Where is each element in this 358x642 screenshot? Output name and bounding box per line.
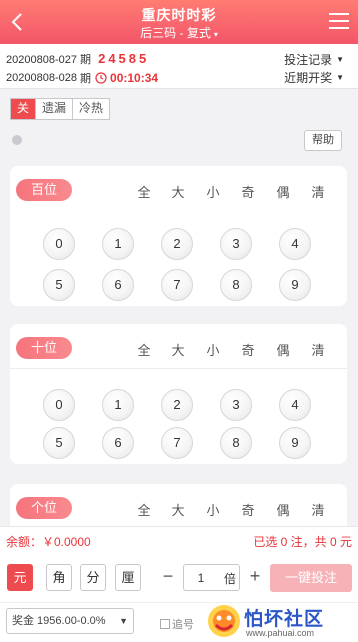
unit-fen[interactable]: 分 [80,564,106,591]
quick-clear[interactable]: 清 [308,182,328,201]
ball-7[interactable]: 7 [161,269,193,301]
ball-6[interactable]: 6 [102,269,134,301]
quick-all[interactable]: 全 [134,500,154,519]
clock-icon [95,72,107,84]
caret-down-icon: ▼ [119,616,128,626]
position-label: 个位 [16,497,72,519]
help-button[interactable]: 帮助 [304,130,342,151]
quick-clear[interactable]: 清 [308,340,328,359]
play-type-selector[interactable]: 后三码 - 复式 ▾ [0,24,358,41]
prize-select[interactable]: 奖金 1956.00-0.0% ▼ [6,608,134,634]
last-issue: 20200808-027 [6,54,77,66]
ball-3[interactable]: 3 [220,228,252,260]
ball-7[interactable]: 7 [161,427,193,459]
quick-odd[interactable]: 奇 [238,500,258,519]
position-card-units: 个位 全 大 小 奇 偶 清 [10,484,347,526]
quick-small[interactable]: 小 [203,500,223,519]
position-label: 十位 [16,337,72,359]
app-header: 重庆时时彩 后三码 - 复式 ▾ [0,0,358,44]
draw-info-panel: 20200808-027 期 24585 20200808-028 期 00:1… [0,44,358,89]
watermark-url: www.pahuai.com [246,628,315,638]
decrease-multiplier-button[interactable]: − [158,564,178,590]
bet-record-button[interactable]: 投注记录 ▼ [284,51,344,68]
unit-yuan[interactable]: 元 [7,564,33,591]
watermark: 怕坏社区 www.pahuai.com [206,603,356,641]
quick-clear[interactable]: 清 [308,500,328,519]
quick-small[interactable]: 小 [203,340,223,359]
issue-suffix: 期 [80,73,92,85]
bet-record-label: 投注记录 [284,53,333,67]
issue-suffix: 期 [80,54,92,66]
ball-4[interactable]: 4 [279,389,311,421]
quick-even[interactable]: 偶 [273,340,293,359]
countdown-timer: 00:10:34 [110,71,159,85]
quick-big[interactable]: 大 [168,500,188,519]
chase-toggle[interactable]: 追号 [160,616,194,632]
play-type-label: 后三码 - 复式 [140,26,211,40]
prize-select-value: 奖金 1956.00-0.0% [12,615,106,627]
increase-multiplier-button[interactable]: + [245,564,265,590]
ball-8[interactable]: 8 [220,427,252,459]
recent-draws-button[interactable]: 近期开奖 ▼ [284,69,344,86]
quick-even[interactable]: 偶 [273,500,293,519]
quick-odd[interactable]: 奇 [238,182,258,201]
multiplier-input[interactable] [185,564,217,591]
ball-2[interactable]: 2 [161,228,193,260]
ball-5[interactable]: 5 [43,269,75,301]
ball-6[interactable]: 6 [102,427,134,459]
recent-draws-label: 近期开奖 [284,71,333,85]
quick-all[interactable]: 全 [134,340,154,359]
ball-3[interactable]: 3 [220,389,252,421]
current-issue: 20200808-028 [6,72,77,84]
ball-1[interactable]: 1 [102,228,134,260]
ball-4[interactable]: 4 [279,228,311,260]
position-card-hundreds: 百位 全 大 小 奇 偶 清 0 1 2 3 4 5 6 7 8 9 [10,166,347,306]
page-title: 重庆时时彩 [141,7,217,23]
tab-hot-cold[interactable]: 冷热 [72,99,109,119]
unit-li[interactable]: 厘 [115,564,141,591]
checkbox-icon[interactable] [160,619,170,629]
ball-5[interactable]: 5 [43,427,75,459]
ball-9[interactable]: 9 [279,269,311,301]
divider [10,368,347,369]
tab-missing[interactable]: 遗漏 [35,99,72,119]
caret-down-icon: ▼ [336,55,344,64]
ball-2[interactable]: 2 [161,389,193,421]
ball-0[interactable]: 0 [43,228,75,260]
selection-summary: 已选 0 注，共 0 元 [253,535,352,549]
quick-even[interactable]: 偶 [273,182,293,201]
quick-all[interactable]: 全 [134,182,154,201]
multiplier-unit: 倍 [224,572,237,586]
bet-controls: 元 角 分 厘 − 倍 + 一键投注 [0,552,358,602]
tab-off[interactable]: 关 [11,99,36,119]
ball-8[interactable]: 8 [220,269,252,301]
unit-jiao[interactable]: 角 [46,564,72,591]
quick-big[interactable]: 大 [168,182,188,201]
last-draw-numbers: 24585 [98,51,150,66]
position-card-tens: 十位 全 大 小 奇 偶 清 0 1 2 3 4 5 6 7 8 9 [10,324,347,464]
last-draw-row: 20200808-027 期 24585 [6,51,149,67]
watermark-text: 怕坏社区 [244,609,325,630]
info-dot-icon[interactable] [12,135,22,145]
menu-icon[interactable] [328,11,350,31]
one-click-bet-button[interactable]: 一键投注 [270,564,352,592]
quick-odd[interactable]: 奇 [238,340,258,359]
current-draw-row: 20200808-028 期 00:10:34 [6,70,158,86]
quick-small[interactable]: 小 [203,182,223,201]
chevron-down-icon: ▾ [213,30,218,39]
balance-bar: 余额：￥0.0000 已选 0 注，共 0 元 [0,526,358,552]
chase-label: 追号 [172,619,194,631]
ball-1[interactable]: 1 [102,389,134,421]
position-label: 百位 [16,179,72,201]
ball-9[interactable]: 9 [279,427,311,459]
quick-big[interactable]: 大 [168,340,188,359]
watermark-logo-icon [208,605,240,637]
caret-down-icon: ▼ [336,73,344,82]
balance-text: 余额：￥0.0000 [6,535,91,549]
ball-0[interactable]: 0 [43,389,75,421]
mode-tabs: 关 遗漏 冷热 [10,98,111,120]
